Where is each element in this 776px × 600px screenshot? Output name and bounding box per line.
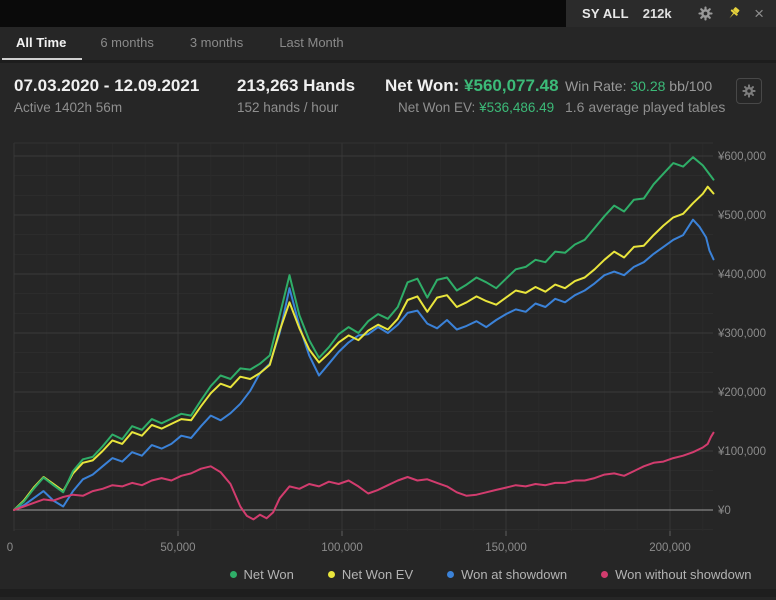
svg-text:¥200,000: ¥200,000 [717, 387, 766, 399]
tab-6-months[interactable]: 6 months [82, 27, 171, 60]
net-won-block: Net Won: ¥560,077.48 Net Won EV: ¥536,48… [385, 76, 565, 115]
close-icon[interactable]: × [754, 5, 764, 22]
avg-tables: 1.6 average played tables [565, 99, 736, 115]
net-won-value: ¥560,077.48 [464, 76, 559, 95]
net-won-ev-value: ¥536,486.49 [479, 100, 554, 115]
svg-text:¥500,000: ¥500,000 [717, 210, 766, 222]
date-range-block: 07.03.2020 - 12.09.2021 Active 1402h 56m [14, 76, 237, 115]
titlebar-icon-group: × [698, 5, 764, 22]
net-won-ev-label: Net Won EV: [398, 100, 475, 115]
svg-text:¥300,000: ¥300,000 [717, 328, 766, 340]
winnings-chart-canvas[interactable]: ¥0¥100,000¥200,000¥300,000¥400,000¥500,0… [0, 124, 776, 560]
win-rate-label: Win Rate: [565, 78, 626, 94]
pin-icon[interactable] [726, 6, 741, 21]
win-rate-value: 30.28 [630, 78, 665, 94]
tab-all-time[interactable]: All Time [2, 27, 82, 60]
hands-count-badge: 212k [643, 6, 672, 21]
graph-settings-button[interactable] [736, 78, 762, 104]
svg-text:¥100,000: ¥100,000 [717, 446, 766, 458]
winnings-chart[interactable]: ¥0¥100,000¥200,000¥300,000¥400,000¥500,0… [0, 124, 776, 560]
period-tabbar: All Time 6 months 3 months Last Month [0, 27, 776, 63]
svg-text:¥600,000: ¥600,000 [717, 151, 766, 163]
hand2note-logo-icon [12, 498, 776, 600]
session-stats-bar: 07.03.2020 - 12.09.2021 Active 1402h 56m… [0, 63, 776, 124]
net-won-label: Net Won: [385, 76, 459, 95]
active-time: Active 1402h 56m [14, 100, 237, 115]
hands-total: 213,263 Hands [237, 76, 385, 96]
win-rate-unit: bb/100 [669, 78, 712, 94]
win-rate-block: Win Rate: 30.28 bb/100 1.6 average playe… [565, 76, 736, 115]
net-won-line: Net Won: ¥560,077.48 [385, 76, 565, 96]
gear-icon[interactable] [698, 6, 713, 21]
window-titlebar[interactable]: SY ALL 212k [0, 0, 776, 27]
stat-selector[interactable]: SY ALL [582, 6, 629, 21]
hands-rate: 152 hands / hour [237, 100, 385, 115]
svg-text:¥400,000: ¥400,000 [717, 269, 766, 281]
tab-last-month[interactable]: Last Month [261, 27, 361, 60]
hands-block: 213,263 Hands 152 hands / hour [237, 76, 385, 115]
hand2note-logo: HAND2NOTE.COM [12, 498, 776, 600]
net-won-ev-line: Net Won EV: ¥536,486.49 [385, 100, 565, 115]
win-rate-line: Win Rate: 30.28 bb/100 [565, 78, 736, 94]
tab-3-months[interactable]: 3 months [172, 27, 261, 60]
titlebar-controls: SY ALL 212k [566, 0, 776, 27]
date-range: 07.03.2020 - 12.09.2021 [14, 76, 237, 96]
